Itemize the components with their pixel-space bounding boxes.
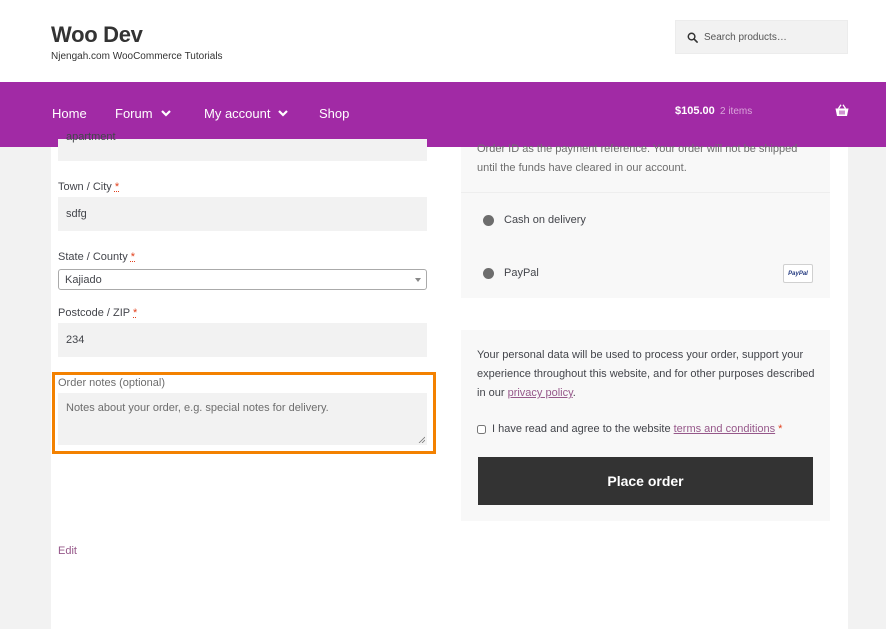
paypal-logo-icon: PayPal <box>783 264 813 283</box>
order-notes-placeholder: Notes about your order, e.g. special not… <box>66 402 329 414</box>
nav-item-label: Forum <box>115 106 153 121</box>
site-tagline: Njengah.com WooCommerce Tutorials <box>51 51 223 62</box>
required-mark: * <box>130 251 136 263</box>
resize-grip-icon[interactable] <box>418 436 425 443</box>
place-order-panel: Your personal data will be used to proce… <box>461 330 830 521</box>
nav-item-label: My account <box>204 106 271 121</box>
postcode-value: 234 <box>66 334 85 346</box>
nav-item-label: Home <box>52 106 87 121</box>
payment-option-paypal[interactable]: PayPal <box>483 267 539 279</box>
required-mark: * <box>114 181 120 193</box>
cart-total[interactable]: $105.00 <box>675 105 715 117</box>
primary-navigation: Home Forum My account Shop $105.00 2 ite… <box>0 82 886 147</box>
town-label: Town / City * <box>58 181 120 193</box>
privacy-notice: Your personal data will be used to proce… <box>477 349 815 399</box>
search-input[interactable] <box>704 31 844 43</box>
town-field[interactable]: sdfg <box>58 197 427 231</box>
payment-option-label: Cash on delivery <box>504 214 586 226</box>
radio-button[interactable] <box>483 214 494 226</box>
payment-methods-panel: Order ID as the payment reference. Your … <box>461 143 830 298</box>
required-mark: * <box>778 423 783 435</box>
terms-checkbox[interactable] <box>477 424 486 434</box>
address-line-2-value: apartment <box>66 131 116 143</box>
nav-item-my-account[interactable]: My account <box>204 106 289 121</box>
search-box[interactable] <box>675 20 848 54</box>
basket-icon[interactable] <box>835 104 849 117</box>
nav-item-shop[interactable]: Shop <box>319 106 349 121</box>
state-label: State / County * <box>58 251 136 263</box>
address-line-2-field[interactable]: apartment <box>58 131 427 161</box>
state-value: Kajiado <box>65 273 102 286</box>
search-icon <box>687 32 698 43</box>
postcode-field[interactable]: 234 <box>58 323 427 357</box>
cart-count[interactable]: 2 items <box>720 106 752 117</box>
payment-option-cod[interactable]: Cash on delivery <box>483 214 586 226</box>
terms-row: I have read and agree to the website ter… <box>477 423 782 435</box>
privacy-policy-link[interactable]: privacy policy <box>508 387 573 399</box>
site-title[interactable]: Woo Dev <box>51 22 143 48</box>
chevron-down-icon <box>160 110 171 117</box>
bank-transfer-description: Order ID as the payment reference. Your … <box>477 143 798 174</box>
nav-item-home[interactable]: Home <box>52 106 87 121</box>
checkout-content: apartment Town / City * sdfg State / Cou… <box>51 131 848 629</box>
chevron-down-icon <box>278 110 289 117</box>
state-select[interactable]: Kajiado <box>58 269 427 290</box>
chevron-down-icon <box>415 278 421 282</box>
divider <box>461 192 830 193</box>
nav-item-label: Shop <box>319 106 350 121</box>
site-header: Woo Dev Njengah.com WooCommerce Tutorial… <box>0 0 886 82</box>
town-value: sdfg <box>66 208 87 220</box>
terms-label: I have read and agree to the website <box>492 423 674 435</box>
payment-option-label: PayPal <box>504 267 539 279</box>
terms-link[interactable]: terms and conditions <box>674 423 776 435</box>
order-notes-textarea[interactable]: Notes about your order, e.g. special not… <box>58 393 427 445</box>
radio-button[interactable] <box>483 267 494 279</box>
place-order-button[interactable]: Place order <box>478 457 813 505</box>
required-mark: * <box>133 307 138 319</box>
postcode-label: Postcode / ZIP * <box>58 307 138 319</box>
order-notes-label: Order notes (optional) <box>58 377 165 389</box>
edit-link[interactable]: Edit <box>58 545 77 557</box>
nav-item-forum[interactable]: Forum <box>115 106 171 121</box>
